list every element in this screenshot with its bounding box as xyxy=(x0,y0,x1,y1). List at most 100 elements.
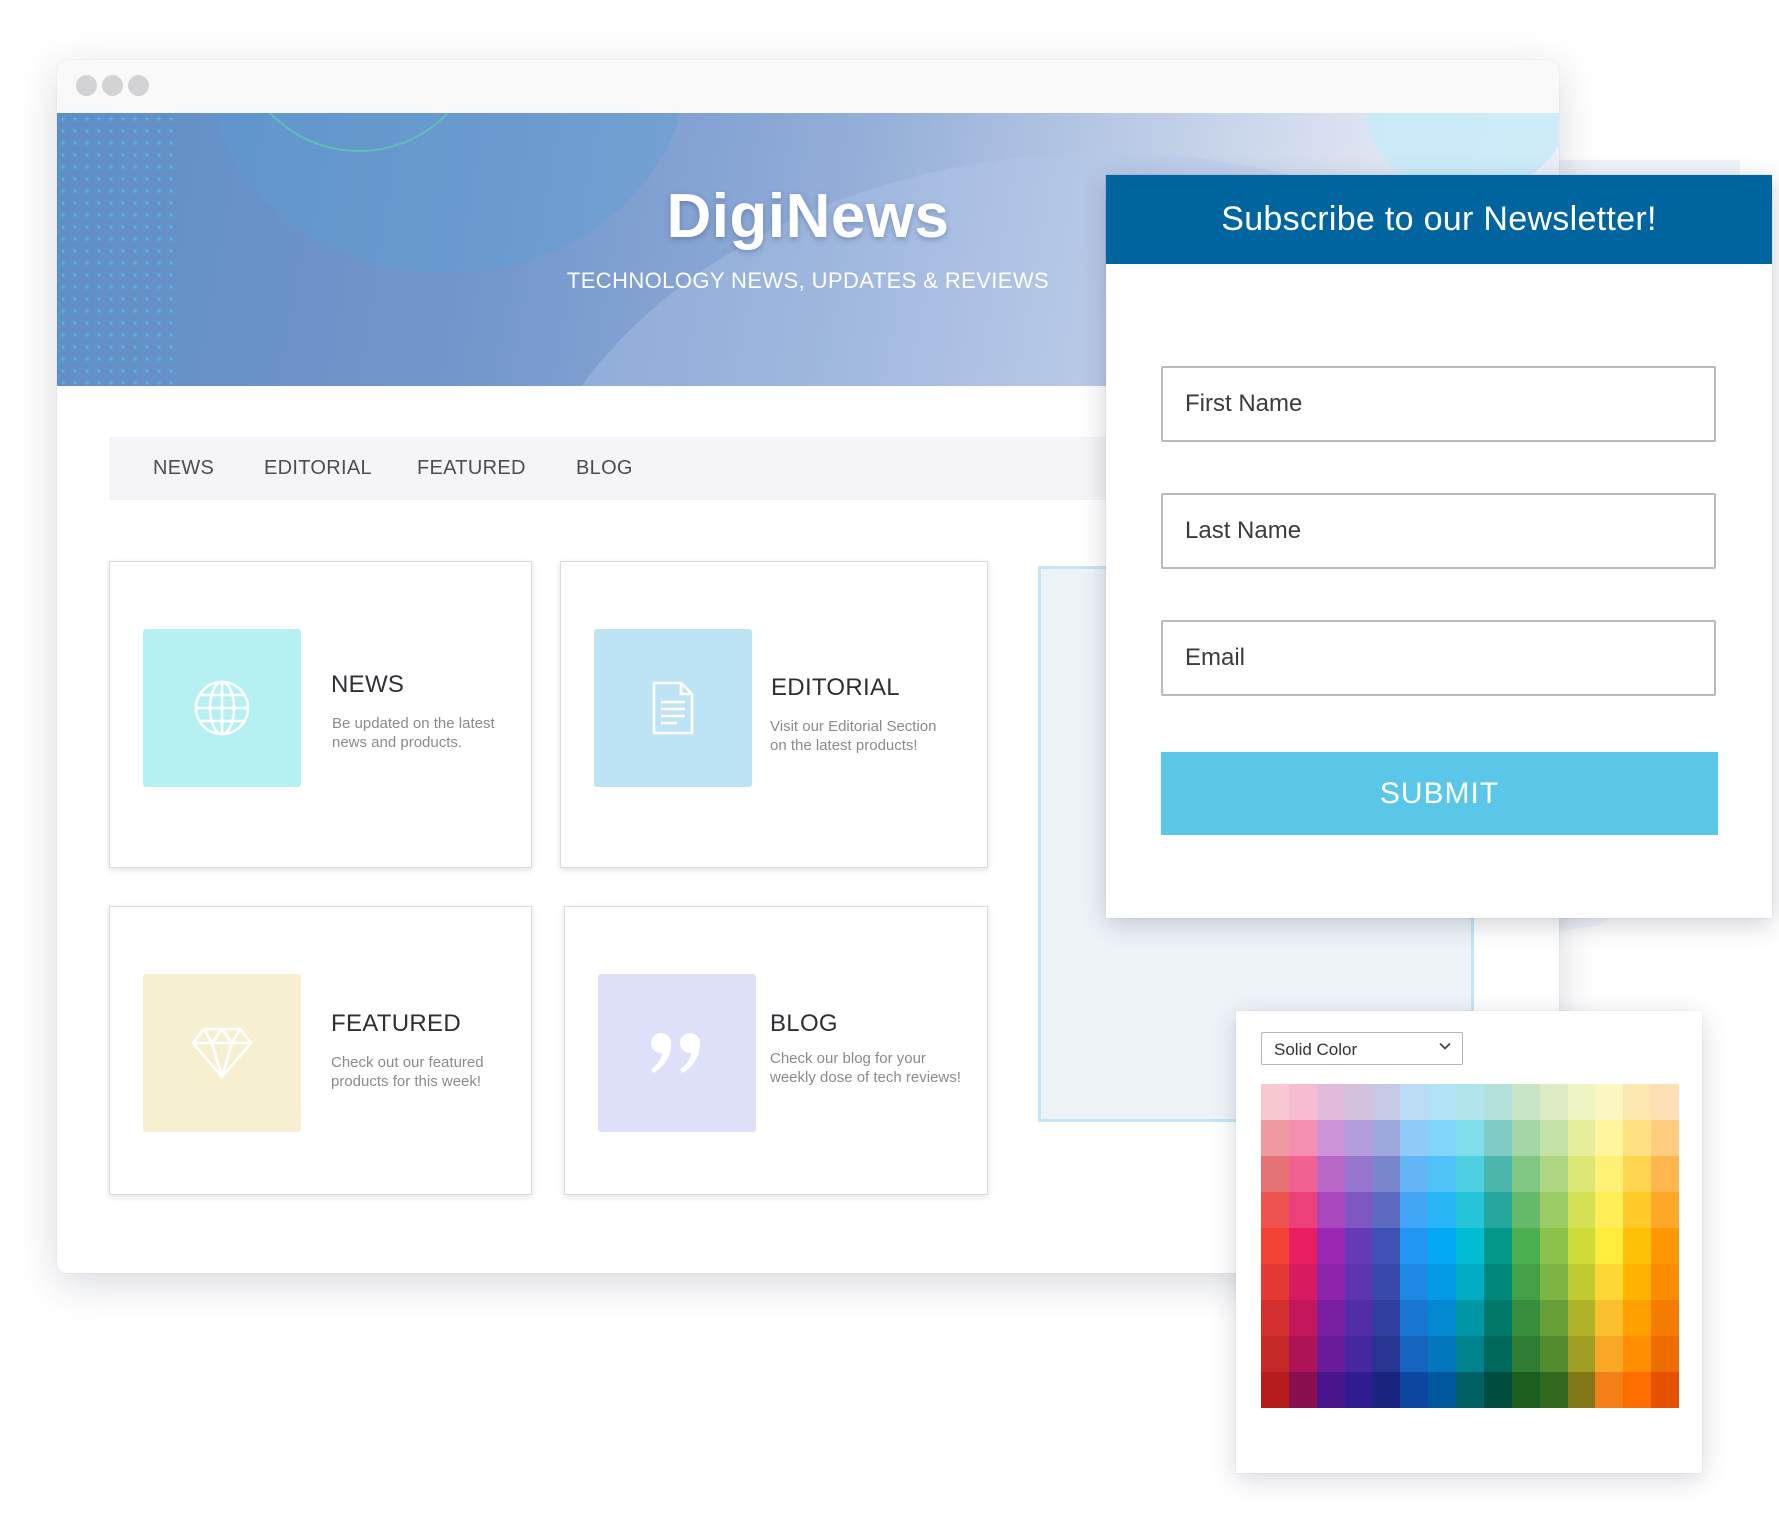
color-swatch[interactable] xyxy=(1651,1300,1679,1336)
category-card-featured[interactable]: FEATURED Check out our featured products… xyxy=(109,906,532,1195)
color-swatch[interactable] xyxy=(1261,1084,1289,1120)
color-swatch[interactable] xyxy=(1539,1336,1568,1372)
color-swatch[interactable] xyxy=(1400,1156,1429,1192)
color-swatch[interactable] xyxy=(1261,1120,1289,1156)
color-swatch[interactable] xyxy=(1372,1120,1401,1156)
color-swatch[interactable] xyxy=(1344,1372,1373,1408)
color-swatch[interactable] xyxy=(1567,1372,1596,1408)
color-swatch[interactable] xyxy=(1372,1192,1401,1228)
color-swatch[interactable] xyxy=(1567,1264,1596,1300)
color-swatch[interactable] xyxy=(1288,1192,1317,1228)
color-swatch[interactable] xyxy=(1316,1372,1345,1408)
color-swatch[interactable] xyxy=(1511,1228,1540,1264)
color-swatch[interactable] xyxy=(1595,1300,1624,1336)
color-swatch[interactable] xyxy=(1316,1192,1345,1228)
color-swatch[interactable] xyxy=(1567,1120,1596,1156)
color-swatch[interactable] xyxy=(1261,1192,1289,1228)
color-swatch[interactable] xyxy=(1288,1228,1317,1264)
color-swatch[interactable] xyxy=(1483,1372,1512,1408)
category-card-editorial[interactable]: EDITORIAL Visit our Editorial Section on… xyxy=(560,561,988,868)
color-swatch[interactable] xyxy=(1623,1156,1652,1192)
color-swatch[interactable] xyxy=(1651,1084,1679,1120)
color-swatch[interactable] xyxy=(1400,1300,1429,1336)
color-swatch[interactable] xyxy=(1316,1120,1345,1156)
color-swatch[interactable] xyxy=(1316,1264,1345,1300)
color-swatch[interactable] xyxy=(1595,1372,1624,1408)
color-swatch[interactable] xyxy=(1344,1300,1373,1336)
color-swatch[interactable] xyxy=(1567,1300,1596,1336)
color-swatch[interactable] xyxy=(1456,1192,1484,1228)
color-swatch[interactable] xyxy=(1539,1120,1568,1156)
color-swatch[interactable] xyxy=(1261,1336,1289,1372)
color-swatch[interactable] xyxy=(1288,1372,1317,1408)
color-swatch[interactable] xyxy=(1483,1264,1512,1300)
color-swatch[interactable] xyxy=(1288,1120,1317,1156)
color-swatch[interactable] xyxy=(1651,1264,1679,1300)
color-swatch[interactable] xyxy=(1344,1336,1373,1372)
color-swatch[interactable] xyxy=(1316,1156,1345,1192)
color-swatch[interactable] xyxy=(1316,1084,1345,1120)
color-swatch[interactable] xyxy=(1623,1372,1652,1408)
color-swatch[interactable] xyxy=(1261,1300,1289,1336)
window-maximize-dot[interactable] xyxy=(128,75,149,96)
color-swatch[interactable] xyxy=(1483,1228,1512,1264)
color-swatch[interactable] xyxy=(1288,1336,1317,1372)
color-swatch[interactable] xyxy=(1344,1084,1373,1120)
first-name-field[interactable] xyxy=(1161,366,1716,442)
color-swatch[interactable] xyxy=(1428,1264,1457,1300)
color-swatch[interactable] xyxy=(1651,1336,1679,1372)
color-swatch[interactable] xyxy=(1400,1264,1429,1300)
color-swatch[interactable] xyxy=(1288,1156,1317,1192)
color-swatch[interactable] xyxy=(1623,1264,1652,1300)
color-swatch[interactable] xyxy=(1400,1372,1429,1408)
email-field[interactable] xyxy=(1161,620,1716,696)
color-swatch[interactable] xyxy=(1372,1084,1401,1120)
color-swatch[interactable] xyxy=(1623,1300,1652,1336)
color-swatch[interactable] xyxy=(1595,1228,1624,1264)
color-swatch[interactable] xyxy=(1428,1192,1457,1228)
color-swatch[interactable] xyxy=(1316,1228,1345,1264)
color-swatch[interactable] xyxy=(1428,1372,1457,1408)
color-swatch[interactable] xyxy=(1372,1300,1401,1336)
color-swatch[interactable] xyxy=(1511,1192,1540,1228)
color-swatch[interactable] xyxy=(1511,1372,1540,1408)
color-swatch[interactable] xyxy=(1539,1084,1568,1120)
color-swatch[interactable] xyxy=(1623,1228,1652,1264)
color-swatch[interactable] xyxy=(1456,1228,1484,1264)
color-swatch[interactable] xyxy=(1511,1264,1540,1300)
window-minimize-dot[interactable] xyxy=(102,75,123,96)
color-swatch[interactable] xyxy=(1511,1300,1540,1336)
color-swatch[interactable] xyxy=(1539,1192,1568,1228)
color-swatch[interactable] xyxy=(1428,1300,1457,1336)
color-swatch[interactable] xyxy=(1651,1120,1679,1156)
color-swatch[interactable] xyxy=(1288,1264,1317,1300)
color-swatch[interactable] xyxy=(1456,1264,1484,1300)
color-swatch[interactable] xyxy=(1539,1300,1568,1336)
nav-item-editorial[interactable]: EDITORIAL xyxy=(264,457,372,480)
category-card-blog[interactable]: BLOG Check our blog for your weekly dose… xyxy=(564,906,988,1195)
color-swatch[interactable] xyxy=(1456,1156,1484,1192)
color-swatch[interactable] xyxy=(1623,1084,1652,1120)
color-swatch[interactable] xyxy=(1372,1264,1401,1300)
color-swatch[interactable] xyxy=(1456,1372,1484,1408)
color-swatch[interactable] xyxy=(1288,1300,1317,1336)
color-swatch[interactable] xyxy=(1511,1336,1540,1372)
color-swatch[interactable] xyxy=(1651,1228,1679,1264)
color-swatch[interactable] xyxy=(1483,1084,1512,1120)
color-swatch[interactable] xyxy=(1344,1120,1373,1156)
color-swatch[interactable] xyxy=(1539,1228,1568,1264)
color-swatch[interactable] xyxy=(1651,1372,1679,1408)
color-swatch[interactable] xyxy=(1483,1156,1512,1192)
color-swatch[interactable] xyxy=(1400,1120,1429,1156)
color-swatch[interactable] xyxy=(1567,1192,1596,1228)
color-swatch[interactable] xyxy=(1456,1120,1484,1156)
color-swatch[interactable] xyxy=(1567,1156,1596,1192)
color-swatch[interactable] xyxy=(1261,1228,1289,1264)
color-swatch[interactable] xyxy=(1428,1228,1457,1264)
color-swatch[interactable] xyxy=(1651,1192,1679,1228)
color-swatch[interactable] xyxy=(1372,1228,1401,1264)
color-swatch[interactable] xyxy=(1400,1084,1429,1120)
color-swatch[interactable] xyxy=(1372,1372,1401,1408)
color-swatch[interactable] xyxy=(1595,1264,1624,1300)
color-swatch[interactable] xyxy=(1623,1192,1652,1228)
